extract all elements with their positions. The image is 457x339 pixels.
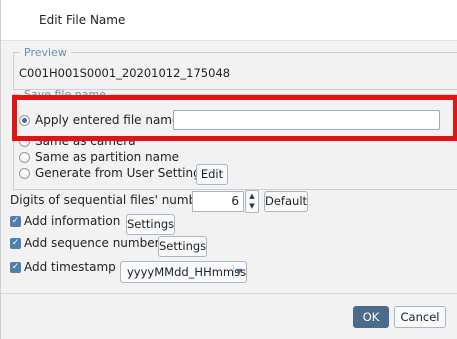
timestamp-format-select[interactable]: yyyyMMdd_HHmmss ▼ [120, 261, 247, 283]
information-settings-button[interactable]: Settings [126, 214, 175, 235]
preview-file-name: C001H001S0001_20201012_175048 [19, 66, 231, 80]
add-information-checkbox[interactable]: ✓ [10, 216, 21, 227]
radio-generate-from-user-settings[interactable]: Generate from User Settings [19, 166, 207, 180]
dialog-titlebar: Edit File Name [1, 0, 457, 41]
add-timestamp-checkbox[interactable]: ✓ [10, 262, 21, 273]
radio-label: Generate from User Settings [35, 166, 207, 180]
add-information-label: Add information [24, 214, 121, 228]
cancel-button[interactable]: Cancel [394, 306, 446, 328]
digits-stepper[interactable]: ▲ ▼ [245, 190, 259, 213]
chevron-down-icon[interactable]: ▼ [236, 262, 242, 282]
timestamp-format-value: yyyyMMdd_HHmmss [127, 265, 247, 279]
highlight-box [12, 95, 457, 141]
radio-label: Same as partition name [35, 150, 180, 164]
digits-label: Digits of sequential files' number [10, 193, 209, 207]
digits-input[interactable]: 6 [192, 191, 244, 212]
add-timestamp-label: Add timestamp [24, 260, 116, 274]
sequence-settings-button[interactable]: Settings [158, 236, 207, 257]
add-sequence-number-label: Add sequence number [24, 236, 160, 250]
radio-unselected-icon[interactable] [19, 151, 30, 163]
preview-legend: Preview [24, 46, 67, 59]
radio-unselected-icon[interactable] [19, 167, 30, 179]
add-sequence-number-checkbox[interactable]: ✓ [10, 238, 21, 249]
edit-file-name-dialog: Edit File Name Preview C001H001S0001_202… [0, 0, 457, 339]
ok-button[interactable]: OK [353, 306, 389, 328]
radio-same-as-partition-name[interactable]: Same as partition name [19, 150, 179, 164]
stepper-up-icon[interactable]: ▲ [246, 191, 258, 201]
edit-button[interactable]: Edit [196, 164, 228, 185]
select-divider [233, 265, 234, 279]
default-button[interactable]: Default [264, 191, 308, 212]
stepper-down-icon[interactable]: ▼ [246, 201, 258, 211]
dialog-title: Edit File Name [39, 13, 126, 27]
